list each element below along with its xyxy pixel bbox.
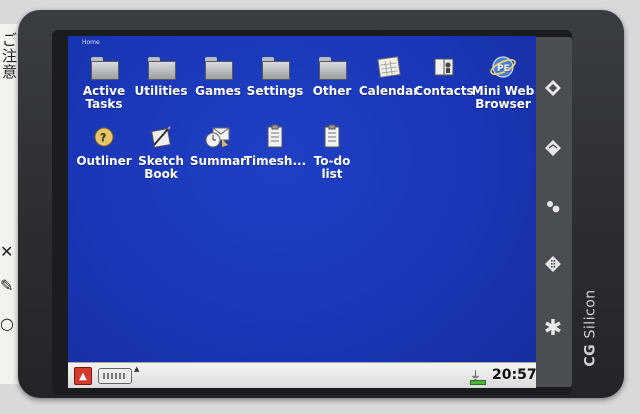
handheld-device: ✱ CG Silicon Home Active Tasks Utilities… [18,10,624,398]
star-icon[interactable]: ✱ [542,316,564,341]
folder-icon [317,54,347,80]
contacts-icon [429,54,459,80]
hardware-button-panel: ✱ [534,37,572,387]
app-label: Contacts [414,84,474,98]
clock[interactable]: 20:57 [492,367,536,383]
app-mini-web-browser[interactable]: PE Mini Web Browser [471,54,535,111]
screen-title: Home [82,39,100,46]
app-summary[interactable]: Summar [186,124,250,168]
circle-icon: ○ [0,314,14,333]
app-other[interactable]: Other [300,54,364,98]
app-label: Summar [189,154,247,168]
todo-icon [317,124,347,150]
keyboard-icon[interactable] [98,368,132,384]
svg-text:?: ? [100,131,106,144]
start-menu-icon[interactable]: ▲ [74,367,92,385]
app-label: Outliner [76,154,132,168]
calendar-icon [374,54,404,80]
app-label: Timesh... [243,154,307,168]
app-timesheet[interactable]: Timesh... [243,124,307,168]
app-games[interactable]: Games [186,54,250,98]
keyboard-menu-arrow-icon[interactable]: ▲ [134,365,139,373]
app-utilities[interactable]: Utilities [129,54,193,98]
app-label: To-do list [313,154,351,181]
mail-icon[interactable] [542,137,564,159]
taskbar: ▲ ▲ ⏚ 20:57 [68,362,536,388]
folder-icon [203,54,233,80]
app-todo-list[interactable]: To-do list [300,124,364,181]
browser-icon: PE [488,54,518,80]
timesheet-icon [260,124,290,150]
app-label: Other [312,84,352,98]
app-label: Utilities [134,84,188,98]
app-label: Mini Web Browser [471,84,535,111]
contacts-hw-icon[interactable] [542,195,564,217]
battery-icon [470,380,486,385]
folder-icon [146,54,176,80]
app-label: Games [195,84,241,98]
app-sketch-book[interactable]: Sketch Book [129,124,193,181]
app-contacts[interactable]: Contacts [412,54,476,98]
cross-mark-icon: ✕ [0,242,14,261]
pen-icon: ✎ [0,276,14,295]
home-icon[interactable] [542,77,564,99]
app-active-tasks[interactable]: Active Tasks [72,54,136,111]
app-label: Active Tasks [82,84,126,111]
sticker-text: ご注意 [2,31,18,81]
outliner-icon: ? [89,124,119,150]
svg-text:PE: PE [497,64,510,74]
app-outliner[interactable]: ? Outliner [72,124,136,168]
keypad-icon[interactable] [542,253,564,275]
app-label: Sketch Book [138,154,184,181]
sketchbook-icon [146,124,176,150]
device-screen: Home Active Tasks Utilities Games Settin… [68,36,536,388]
folder-icon [89,54,119,80]
app-settings[interactable]: Settings [243,54,307,98]
summary-icon [203,124,233,150]
brand-logo: CG Silicon [582,289,599,367]
app-label: Settings [246,84,304,98]
folder-icon [260,54,290,80]
